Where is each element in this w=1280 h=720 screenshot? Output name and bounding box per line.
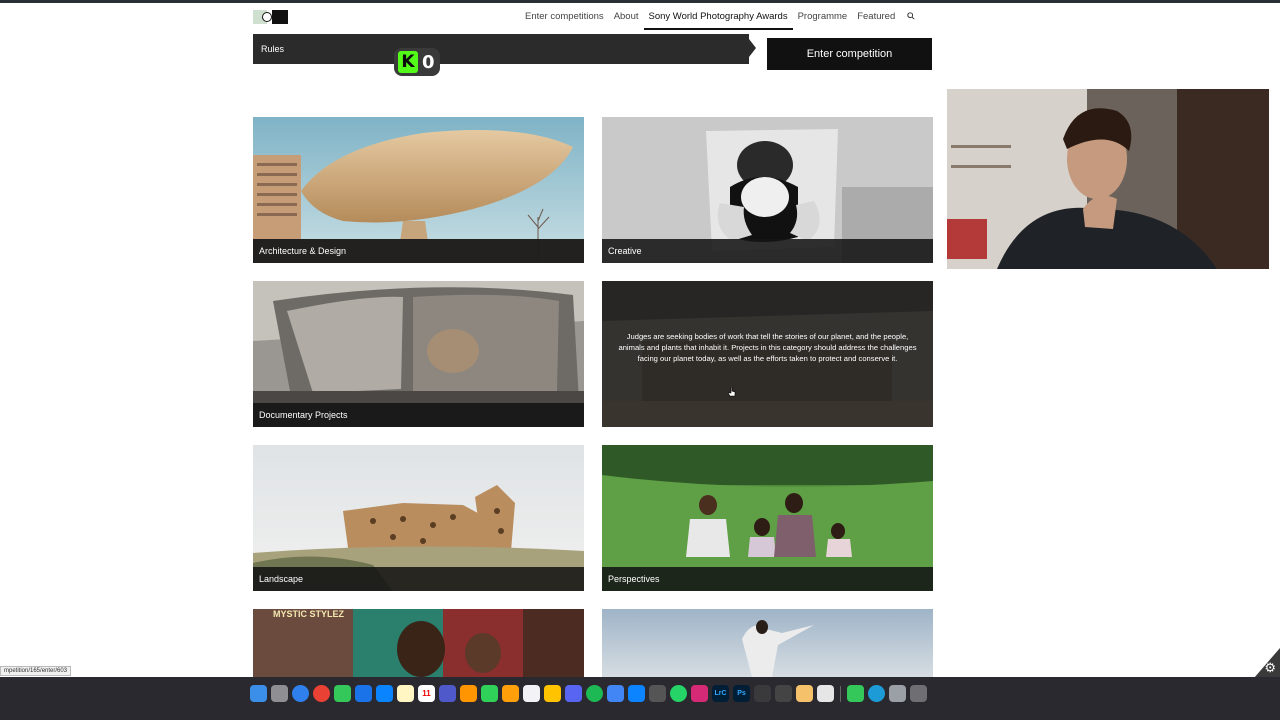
meet-icon[interactable] (607, 685, 624, 702)
category-photo (602, 609, 933, 677)
books-icon[interactable] (502, 685, 519, 702)
photoshop-icon[interactable]: Ps (733, 685, 750, 702)
category-tile-landscape[interactable]: Landscape (253, 445, 584, 591)
davinci-icon[interactable] (754, 685, 771, 702)
category-photo (253, 609, 584, 677)
network-icon[interactable] (775, 685, 792, 702)
calendar-icon[interactable]: 11 (418, 685, 435, 702)
poster-text: MYSTIC STYLEZ (273, 609, 345, 619)
kick-counter-badge: K 0 (394, 48, 440, 76)
status-bar-url: mpetition/165/enter/603 (0, 666, 72, 676)
rules-bar-arrow (749, 39, 756, 57)
pencil-app-icon[interactable] (544, 685, 561, 702)
archive-icon[interactable] (796, 685, 813, 702)
teams-icon[interactable] (439, 685, 456, 702)
outlook-icon[interactable] (355, 685, 372, 702)
category-tile-creative[interactable]: Creative (602, 117, 933, 263)
spotify-icon[interactable] (586, 685, 603, 702)
whatsapp-icon[interactable] (670, 685, 687, 702)
quicktime-icon[interactable] (868, 685, 885, 702)
site-logo[interactable] (253, 10, 288, 24)
category-label: Architecture & Design (253, 239, 584, 263)
webcam-feed (947, 89, 1269, 269)
dock: 11 LrC Ps (0, 677, 1280, 720)
nav-programme[interactable]: Programme (793, 0, 853, 32)
settings-icon[interactable] (649, 685, 666, 702)
main-nav: Enter competitions About Sony World Phot… (520, 0, 920, 32)
kick-count: 0 (422, 51, 435, 73)
facetime-icon[interactable] (481, 685, 498, 702)
category-tile-hovered[interactable]: Judges are seeking bodies of work that t… (602, 281, 933, 427)
category-label: Creative (602, 239, 933, 263)
enter-competition-button[interactable]: Enter competition (767, 38, 932, 70)
photos-icon[interactable] (460, 685, 477, 702)
mail-icon[interactable] (376, 685, 393, 702)
dock-separator (840, 685, 841, 702)
nav-about[interactable]: About (609, 0, 644, 32)
safari-icon[interactable] (292, 685, 309, 702)
category-label: Perspectives (602, 567, 933, 591)
category-tile-partial-right[interactable] (602, 609, 933, 677)
lightroom-icon[interactable]: LrC (712, 685, 729, 702)
textedit-icon[interactable] (523, 685, 540, 702)
category-description: Judges are seeking bodies of work that t… (602, 281, 933, 427)
nav-featured[interactable]: Featured (852, 0, 900, 32)
messages-icon[interactable] (334, 685, 351, 702)
category-tile-documentary-projects[interactable]: Documentary Projects (253, 281, 584, 427)
app-store-icon[interactable] (628, 685, 645, 702)
category-tile-perspectives[interactable]: Perspectives (602, 445, 933, 591)
numbers-icon[interactable] (847, 685, 864, 702)
instagram-icon[interactable] (691, 685, 708, 702)
webcam-overlay (947, 89, 1269, 269)
category-label: Landscape (253, 567, 584, 591)
preview-icon[interactable] (817, 685, 834, 702)
category-label: Documentary Projects (253, 403, 584, 427)
gear-icon[interactable]: ⚙ (1252, 660, 1276, 678)
nav-enter-competitions[interactable]: Enter competitions (520, 0, 609, 32)
rules-bar[interactable]: Rules (253, 34, 749, 64)
downloads-icon[interactable] (889, 685, 906, 702)
category-tile-architecture-design[interactable]: Architecture & Design (253, 117, 584, 263)
kick-logo-icon: K (398, 51, 418, 73)
hand-cursor-icon (728, 387, 736, 397)
finder-icon[interactable] (250, 685, 267, 702)
category-tile-partial-left[interactable]: MYSTIC STYLEZ (253, 609, 584, 677)
launchpad-icon[interactable] (271, 685, 288, 702)
chrome-icon[interactable] (313, 685, 330, 702)
trash-icon[interactable] (910, 685, 927, 702)
nav-sony-world-photography-awards[interactable]: Sony World Photography Awards (643, 0, 793, 32)
notes-icon[interactable] (397, 685, 414, 702)
rules-label: Rules (261, 44, 285, 54)
discord-icon[interactable] (565, 685, 582, 702)
search-icon[interactable] (902, 0, 920, 32)
